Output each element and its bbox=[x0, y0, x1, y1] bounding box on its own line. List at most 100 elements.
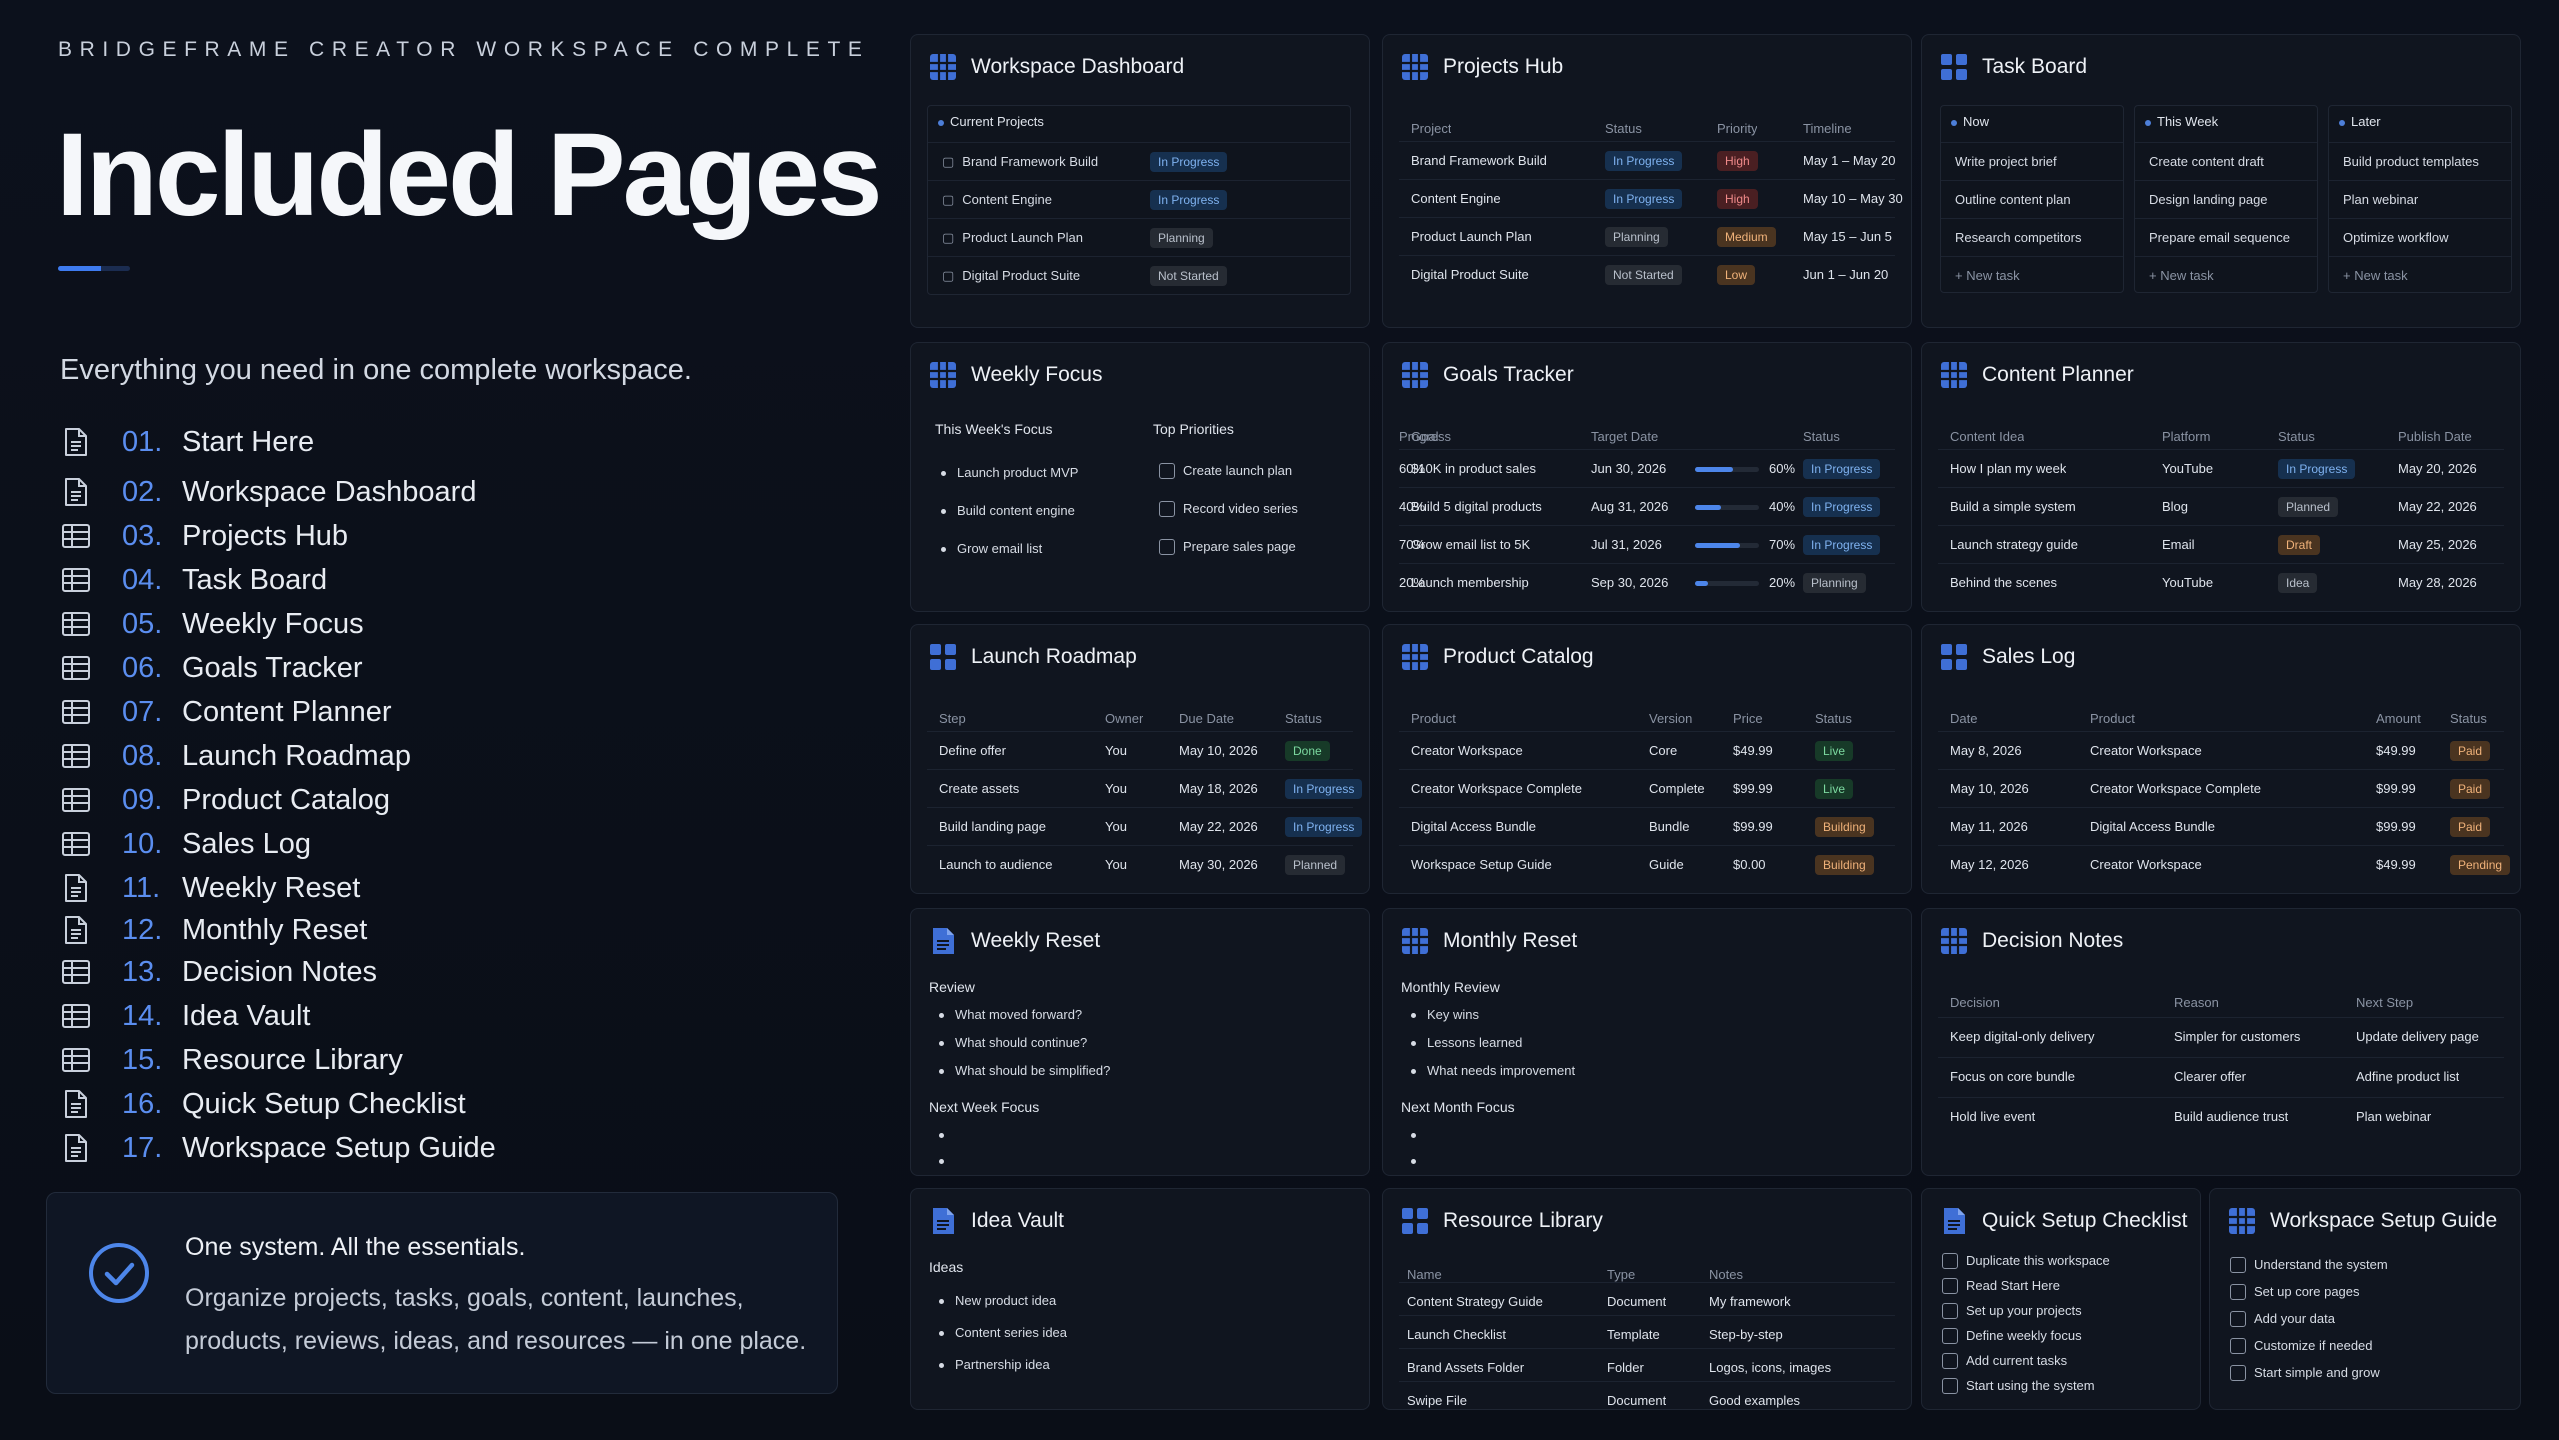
project-row[interactable]: ▢ Content Engine In Progress bbox=[928, 180, 1350, 218]
review-item: Lessons learned bbox=[1411, 1035, 1522, 1050]
table-row[interactable]: How I plan my week YouTube In Progress May … bbox=[1938, 449, 2504, 487]
new-task-button[interactable]: + New task bbox=[1941, 256, 2123, 294]
task-card[interactable]: Plan webinar bbox=[2329, 180, 2511, 218]
page-list-item: 03. Projects Hub bbox=[58, 516, 348, 556]
priority-checkbox[interactable]: Record video series bbox=[1159, 501, 1298, 517]
brand-label: BRIDGEFRAME CREATOR WORKSPACE COMPLETE bbox=[58, 38, 870, 61]
table-cell: $49.99 bbox=[2376, 743, 2416, 758]
guide-checkbox[interactable]: Add your data bbox=[2230, 1311, 2335, 1327]
status-cell: In Progress bbox=[1150, 151, 1228, 172]
table-row[interactable]: $10K in product sales Jun 30, 2026 60% In P… bbox=[1399, 449, 1895, 487]
table-row[interactable]: Build 5 digital products Aug 31, 2026 40% I… bbox=[1399, 487, 1895, 525]
project-row[interactable]: ▢ Product Launch Plan Planning bbox=[928, 218, 1350, 256]
task-card[interactable]: Write project brief bbox=[1941, 142, 2123, 180]
table-row[interactable]: Creator Workspace Core $49.99 Live bbox=[1399, 731, 1895, 769]
page-label: Workspace Dashboard bbox=[182, 475, 477, 508]
table-row[interactable]: Creator Workspace Complete Complete $99.99… bbox=[1399, 769, 1895, 807]
status-badge: Medium bbox=[1717, 226, 1776, 247]
guide-checkbox[interactable]: Understand the system bbox=[2230, 1257, 2388, 1273]
table-row[interactable]: Behind the scenes YouTube Idea May 28, 2026 bbox=[1938, 563, 2504, 601]
focus-item: Build content engine bbox=[941, 503, 1075, 518]
project-row[interactable]: ▢ Digital Product Suite Not Started bbox=[928, 256, 1350, 294]
table-cell: Live bbox=[1815, 778, 1854, 799]
guide-checkbox[interactable]: Customize if needed bbox=[2230, 1338, 2373, 1354]
monthly-reset-card: Monthly Reset Monthly Review Key wins Lesso… bbox=[1382, 908, 1912, 1176]
table-row[interactable]: Grow email list to 5K Jul 31, 2026 70% In P… bbox=[1399, 525, 1895, 563]
task-card[interactable]: Research competitors bbox=[1941, 218, 2123, 256]
table-row[interactable]: Create assets You May 18, 2026 In Progress bbox=[927, 769, 1363, 807]
page-list-item: 13. Decision Notes bbox=[58, 952, 377, 992]
status-badge: In Progress bbox=[1803, 458, 1881, 479]
focus-header: This Week's Focus bbox=[935, 421, 1053, 437]
table-row[interactable]: May 11, 2026 Digital Access Bundle $99.99 P… bbox=[1938, 807, 2504, 845]
table-row[interactable]: Workspace Setup Guide Guide $0.00 Building bbox=[1399, 845, 1895, 883]
status-badge: Live bbox=[1815, 740, 1854, 761]
table-row[interactable]: Product Launch Plan Planning Medium May 15 … bbox=[1399, 217, 1895, 255]
table-row[interactable]: Build landing page You May 22, 2026 In Prog… bbox=[927, 807, 1363, 845]
task-card[interactable]: Outline content plan bbox=[1941, 180, 2123, 218]
guide-checkbox[interactable]: Set up core pages bbox=[2230, 1284, 2360, 1300]
column-header: Status bbox=[2278, 428, 2315, 444]
table-cell: Template bbox=[1607, 1327, 1660, 1342]
column-header: Publish Date bbox=[2398, 428, 2472, 444]
table-cell: You bbox=[1105, 819, 1127, 834]
setup-checkbox[interactable]: Read Start Here bbox=[1942, 1278, 2060, 1294]
new-task-button[interactable]: + New task bbox=[2135, 256, 2317, 294]
project-row[interactable]: ▢ Brand Framework Build In Progress bbox=[928, 142, 1350, 180]
table-row[interactable]: May 10, 2026 Creator Workspace Complete $9… bbox=[1938, 769, 2504, 807]
column-header: Due Date bbox=[1179, 710, 1234, 726]
task-card[interactable]: Design landing page bbox=[2135, 180, 2317, 218]
table-row[interactable]: Define offer You May 10, 2026 Done bbox=[927, 731, 1353, 769]
table-row[interactable]: Hold live event Build audience trust Plan … bbox=[1938, 1097, 2504, 1135]
table-row[interactable]: Digital Access Bundle Bundle $99.99 Buildin… bbox=[1399, 807, 1895, 845]
new-task-button[interactable]: + New task bbox=[2329, 256, 2511, 294]
table-cell: Digital Product Suite bbox=[1411, 267, 1529, 282]
table-cell: 60% bbox=[1399, 461, 1426, 476]
table-cell: Swipe File bbox=[1407, 1393, 1467, 1408]
priority-checkbox[interactable]: Prepare sales page bbox=[1159, 539, 1296, 555]
table-row[interactable]: Keep digital-only delivery Simpler for cu… bbox=[1938, 1017, 2504, 1055]
table-row[interactable]: Content Engine In Progress High May 10 – Ma… bbox=[1399, 179, 1903, 217]
check-circle-icon bbox=[89, 1243, 149, 1303]
setup-checkbox[interactable]: Duplicate this workspace bbox=[1942, 1253, 2110, 1269]
table-row[interactable]: May 8, 2026 Creator Workspace $49.99 Paid bbox=[1938, 731, 2504, 769]
column-header: Step bbox=[939, 710, 966, 726]
table-cell: May 20, 2026 bbox=[2398, 461, 2477, 476]
idea-item: New product idea bbox=[939, 1293, 1056, 1308]
card-title-text: Goals Tracker bbox=[1443, 363, 1574, 386]
table-row[interactable]: Launch strategy guide Email Draft May 25, 2… bbox=[1938, 525, 2504, 563]
task-card[interactable]: Prepare email sequence bbox=[2135, 218, 2317, 256]
table-row[interactable]: Swipe File Document Good examples bbox=[1399, 1381, 1895, 1409]
status-badge: In Progress bbox=[1605, 188, 1683, 209]
priority-checkbox[interactable]: Create launch plan bbox=[1159, 463, 1292, 479]
setup-checkbox[interactable]: Set up your projects bbox=[1942, 1303, 2082, 1319]
table-cell: Launch strategy guide bbox=[1950, 537, 2078, 552]
setup-checkbox[interactable]: Start using the system bbox=[1942, 1378, 2095, 1394]
table-icon bbox=[58, 606, 94, 642]
setup-checkbox[interactable]: Define weekly focus bbox=[1942, 1328, 2082, 1344]
task-card[interactable]: Create content draft bbox=[2135, 142, 2317, 180]
table-cell: Plan webinar bbox=[2356, 1109, 2432, 1124]
table-row[interactable]: Digital Product Suite Not Started Low Jun 1… bbox=[1399, 255, 1895, 293]
status-cell: Not Started bbox=[1150, 265, 1227, 286]
table-row[interactable]: Launch membership Sep 30, 2026 20% Planning… bbox=[1399, 563, 1895, 601]
card-title-text: Quick Setup Checklist bbox=[1982, 1209, 2188, 1232]
table-cell: Step-by-step bbox=[1709, 1327, 1783, 1342]
table-row[interactable]: May 12, 2026 Creator Workspace $49.99 Pendi… bbox=[1938, 845, 2511, 883]
column-header: Target Date bbox=[1591, 428, 1659, 444]
column-header: Status bbox=[1605, 120, 1642, 136]
task-card[interactable]: Build product templates bbox=[2329, 142, 2511, 180]
table-cell: $49.99 bbox=[2376, 857, 2416, 872]
table-cell: Creator Workspace Complete bbox=[1411, 781, 1582, 796]
setup-checkbox[interactable]: Add current tasks bbox=[1942, 1353, 2067, 1369]
table-row[interactable]: Focus on core bundle Clearer offer Adfine … bbox=[1938, 1057, 2504, 1095]
task-card[interactable]: Optimize workflow bbox=[2329, 218, 2511, 256]
table-row[interactable]: Brand Framework Build In Progress High May … bbox=[1399, 141, 1896, 179]
status-badge: Live bbox=[1815, 778, 1854, 799]
column-header: Content Idea bbox=[1950, 428, 2025, 444]
review-item: What needs improvement bbox=[1411, 1063, 1575, 1078]
guide-checkbox[interactable]: Start simple and grow bbox=[2230, 1365, 2380, 1381]
table-row[interactable]: Launch to audience You May 30, 2026 Planned bbox=[927, 845, 1353, 883]
page-icon bbox=[58, 1130, 94, 1166]
table-row[interactable]: Build a simple system Blog Planned May 22, … bbox=[1938, 487, 2504, 525]
